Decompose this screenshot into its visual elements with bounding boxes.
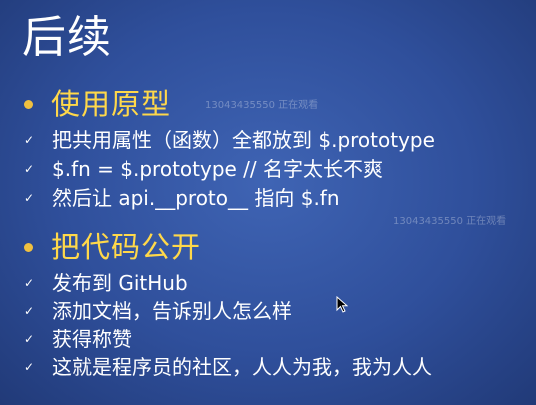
list-item: ✓ 添加文档，告诉别人怎么样 [24, 298, 292, 324]
list-item-text: 然后让 api.__proto__ 指向 $.fn [52, 186, 340, 210]
section-heading-use-prototype: 使用原型 [24, 86, 171, 122]
list-item-text: $.fn = $.prototype // 名字太长不爽 [52, 157, 384, 181]
bullet-dot-icon [24, 99, 33, 109]
presentation-slide: 后续 使用原型 ✓ 把共用属性（函数）全都放到 $.prototype ✓ $.… [0, 0, 536, 405]
check-mark-icon: ✓ [24, 162, 35, 176]
check-mark-icon: ✓ [24, 133, 35, 147]
check-mark-icon: ✓ [24, 304, 35, 318]
check-mark-icon: ✓ [24, 332, 35, 346]
list-item: ✓ 发布到 GitHub [24, 270, 188, 296]
list-item: ✓ $.fn = $.prototype // 名字太长不爽 [24, 156, 383, 182]
check-mark-icon: ✓ [24, 360, 35, 374]
check-mark-icon: ✓ [24, 276, 35, 290]
mouse-cursor-icon [336, 296, 348, 313]
list-item: ✓ 把共用属性（函数）全都放到 $.prototype [24, 127, 435, 153]
section-heading-text: 把代码公开 [51, 230, 202, 264]
list-item: ✓ 然后让 api.__proto__ 指向 $.fn [24, 185, 340, 211]
list-item-text: 把共用属性（函数）全都放到 $.prototype [52, 128, 435, 152]
list-item: ✓ 这就是程序员的社区，人人为我，我为人人 [24, 354, 432, 380]
list-item-text: 添加文档，告诉别人怎么样 [52, 299, 292, 323]
viewer-watermark: 13043435550 正在观看 [205, 100, 319, 111]
list-item: ✓ 获得称赞 [24, 326, 132, 352]
section-heading-text: 使用原型 [51, 87, 172, 121]
list-item-text: 这就是程序员的社区，人人为我，我为人人 [52, 355, 432, 379]
list-item-text: 发布到 GitHub [52, 271, 188, 295]
viewer-watermark: 13043435550 正在观看 [393, 216, 507, 227]
section-heading-open-source: 把代码公开 [24, 229, 201, 265]
list-item-text: 获得称赞 [52, 327, 132, 351]
bullet-dot-icon [24, 242, 33, 252]
check-mark-icon: ✓ [24, 191, 35, 205]
slide-title: 后续 [22, 12, 112, 63]
